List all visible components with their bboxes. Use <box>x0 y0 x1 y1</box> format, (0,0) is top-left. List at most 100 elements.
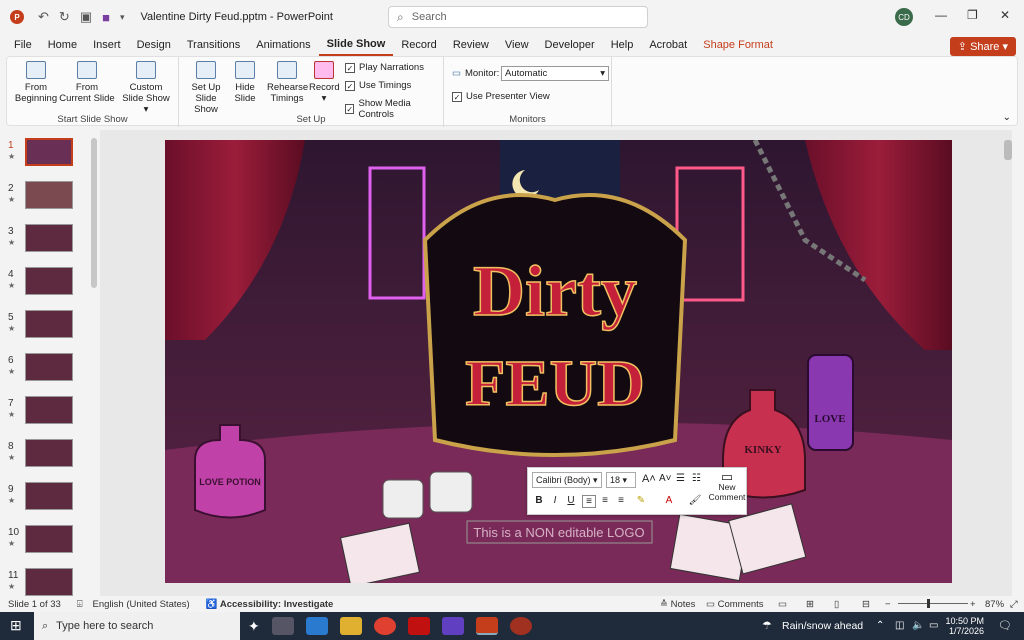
tab-acrobat[interactable]: Acrobat <box>641 34 695 56</box>
slide-thumbnail[interactable] <box>25 310 73 338</box>
align-left-icon[interactable]: ≡ <box>582 495 596 508</box>
non-editable-logo-text[interactable]: This is a NON editable LOGO <box>473 525 644 540</box>
customize-icon[interactable]: ▾ <box>120 12 125 23</box>
new-comment-button[interactable]: ▭ New Comment <box>708 470 746 502</box>
obs-icon[interactable] <box>509 617 532 635</box>
fit-to-window-icon[interactable]: ⤢ <box>1010 599 1018 610</box>
highlight-icon[interactable]: ✎ <box>634 495 648 506</box>
accessibility-status[interactable]: ♿ Accessibility: Investigate <box>206 599 334 610</box>
slide-thumb-6[interactable]: 6 ★ <box>0 353 90 393</box>
slide-thumb-9[interactable]: 9 ★ <box>0 482 90 522</box>
from-beginning-button[interactable]: From Beginning <box>11 61 61 104</box>
present-icon[interactable]: ▣ <box>80 9 92 25</box>
windows-start-icon[interactable]: ⊞ <box>10 617 22 634</box>
zoom-in-icon[interactable]: + <box>970 599 976 610</box>
spellcheck-icon[interactable]: ⌹ <box>77 599 83 610</box>
thumbnail-scrollbar[interactable] <box>91 138 97 288</box>
save-icon[interactable]: ■ <box>102 10 110 25</box>
slide-thumbnail[interactable] <box>25 353 73 381</box>
file-explorer-icon[interactable] <box>339 617 362 635</box>
tab-record[interactable]: Record <box>393 34 444 56</box>
play-narrations-checkbox[interactable]: ✓ Play Narrations <box>345 62 424 73</box>
zoom-level[interactable]: 87% <box>985 599 1004 610</box>
slide-thumbnail[interactable] <box>25 568 73 596</box>
comments-button[interactable]: ▭ Comments <box>706 599 764 610</box>
taskbar-search[interactable]: ⌕ Type here to search <box>34 612 240 640</box>
tray-chevron-icon[interactable]: ⌃ <box>876 620 884 631</box>
slide-thumbnail[interactable] <box>25 482 73 510</box>
tab-help[interactable]: Help <box>603 34 642 56</box>
redo-icon[interactable]: ↻ <box>59 9 70 25</box>
search-box[interactable]: ⌕ Search <box>388 6 648 28</box>
bold-icon[interactable]: B <box>532 495 546 506</box>
shrink-font-icon[interactable]: A˅ <box>659 473 672 484</box>
tab-file[interactable]: File <box>6 34 40 56</box>
clock[interactable]: 10:50 PM 1/7/2026 <box>945 616 984 636</box>
bullets-icon[interactable]: ☰ <box>676 473 685 484</box>
language-status[interactable]: English (United States) <box>93 599 190 610</box>
slide-thumb-1[interactable]: 1 ★ <box>0 138 90 178</box>
avatar[interactable]: CD <box>895 8 913 26</box>
collapse-ribbon-icon[interactable]: ⌄ <box>1003 112 1011 123</box>
slide-thumbnail[interactable] <box>25 138 73 166</box>
slide-sorter-icon[interactable]: ⊞ <box>806 599 814 610</box>
acrobat-icon[interactable] <box>407 617 430 635</box>
font-family-select[interactable]: Calibri (Body) ▾ <box>532 472 602 488</box>
slide[interactable]: Dirty FEUD LOVE POTION KINKY LOVE This i… <box>165 140 952 583</box>
notes-button[interactable]: ≙ Notes <box>660 599 695 610</box>
slide-thumb-10[interactable]: 10 ★ <box>0 525 90 565</box>
custom-slide-show-button[interactable]: Custom Slide Show ▾ <box>119 61 173 115</box>
m365-icon[interactable] <box>441 617 464 635</box>
italic-icon[interactable]: I <box>548 495 562 506</box>
font-color-icon[interactable]: A <box>662 495 676 506</box>
slideshow-view-icon[interactable]: ⊟ <box>862 599 870 610</box>
font-size-select[interactable]: 18 ▾ <box>606 472 636 488</box>
reading-view-icon[interactable]: ▯ <box>834 599 839 610</box>
hide-slide-button[interactable]: Hide Slide <box>231 61 259 104</box>
slide-thumbnail[interactable] <box>25 396 73 424</box>
tab-slide-show[interactable]: Slide Show <box>318 34 394 56</box>
network-icon[interactable]: ◫ <box>895 620 904 631</box>
share-button[interactable]: ⇪ Share ▾ <box>949 37 1016 56</box>
record-button[interactable]: Record ▾ <box>309 61 340 104</box>
rehearse-timings-button[interactable]: Rehearse Timings <box>267 61 308 104</box>
format-painter-icon[interactable]: 🖌 <box>688 495 702 506</box>
slide-thumbnail[interactable] <box>25 181 73 209</box>
from-current-slide-button[interactable]: From Current Slide <box>59 61 115 104</box>
copilot-sparkle-icon[interactable]: ✦ <box>248 618 260 635</box>
minimize-icon[interactable]: — <box>935 8 947 22</box>
slide-thumbnail[interactable] <box>25 224 73 252</box>
tab-animations[interactable]: Animations <box>248 34 318 56</box>
copilot-icon[interactable] <box>305 617 328 635</box>
tab-design[interactable]: Design <box>129 34 179 56</box>
undo-icon[interactable]: ↶ <box>38 9 49 25</box>
slide-thumb-5[interactable]: 5 ★ <box>0 310 90 350</box>
tab-shape-format[interactable]: Shape Format <box>695 34 781 56</box>
notifications-icon[interactable]: 🗨 <box>998 619 1012 632</box>
slide-thumb-2[interactable]: 2 ★ <box>0 181 90 221</box>
tab-home[interactable]: Home <box>40 34 85 56</box>
use-timings-checkbox[interactable]: ✓ Use Timings <box>345 80 411 91</box>
zoom-out-icon[interactable]: − <box>885 599 891 610</box>
task-view-icon[interactable] <box>271 617 294 635</box>
weather-status[interactable]: Rain/snow ahead <box>782 620 863 632</box>
powerpoint-taskbar-icon[interactable] <box>475 617 498 635</box>
set-up-slide-show-button[interactable]: Set Up Slide Show <box>183 61 229 115</box>
underline-icon[interactable]: U <box>564 495 578 506</box>
chrome-icon[interactable] <box>373 617 396 635</box>
normal-view-icon[interactable]: ▭ <box>778 599 787 610</box>
zoom-slider-thumb[interactable] <box>927 599 930 608</box>
close-icon[interactable]: ✕ <box>1000 8 1010 22</box>
align-right-icon[interactable]: ≡ <box>614 495 628 506</box>
tab-review[interactable]: Review <box>445 34 497 56</box>
slide-thumb-3[interactable]: 3 ★ <box>0 224 90 264</box>
align-center-icon[interactable]: ≡ <box>598 495 612 506</box>
numbering-icon[interactable]: ☷ <box>692 473 701 484</box>
tab-insert[interactable]: Insert <box>85 34 129 56</box>
canvas-scrollbar[interactable] <box>1004 140 1012 160</box>
maximize-icon[interactable]: ❐ <box>967 8 978 22</box>
tab-view[interactable]: View <box>497 34 537 56</box>
weather-icon[interactable]: ☂ <box>762 619 772 632</box>
grow-font-icon[interactable]: A˄ <box>642 473 656 485</box>
volume-icon[interactable]: 🔈 <box>912 620 924 631</box>
